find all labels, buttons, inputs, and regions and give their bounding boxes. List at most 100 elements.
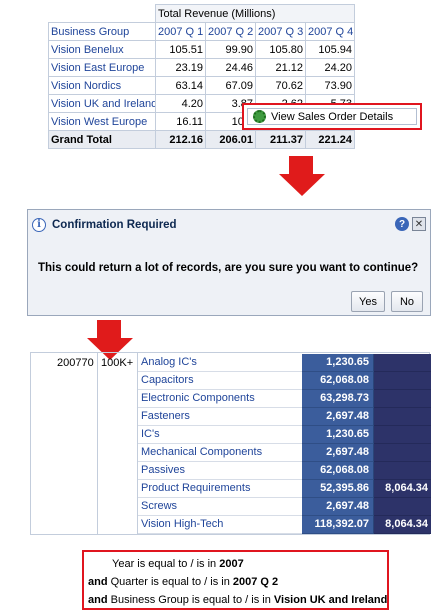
filter-value: 2007 Q 2 bbox=[232, 576, 279, 588]
value-cell[interactable]: 4.20 bbox=[155, 94, 206, 113]
filter-value: 2007 bbox=[219, 558, 244, 570]
value-cell[interactable]: 73.90 bbox=[304, 76, 356, 95]
product-link[interactable]: Analog IC's bbox=[138, 354, 302, 372]
value-cell-secondary: 8,064.34 bbox=[374, 516, 431, 534]
value-cell: 2,697.48 bbox=[302, 408, 374, 426]
dialog-titlebar: i Confirmation Required bbox=[28, 210, 430, 239]
product-link[interactable]: Fasteners bbox=[138, 408, 302, 426]
dialog-message: This could return a lot of records, are … bbox=[38, 262, 419, 274]
filter-text: Quarter is equal to / is in bbox=[107, 576, 233, 588]
value-cell-secondary bbox=[374, 426, 431, 444]
product-link[interactable]: Screws bbox=[138, 498, 302, 516]
product-link[interactable]: Electronic Components bbox=[138, 390, 302, 408]
value-cell[interactable]: 16.11 bbox=[155, 112, 206, 131]
table-row: Electronic Components 63,298.73 bbox=[138, 390, 431, 408]
menu-item-label: View Sales Order Details bbox=[271, 110, 394, 123]
value-cell: 2,697.48 bbox=[302, 498, 374, 516]
filter-text: Year is equal to / is in bbox=[112, 558, 220, 570]
filter-and: and bbox=[88, 594, 108, 606]
value-cell[interactable]: 99.90 bbox=[205, 40, 256, 59]
value-cell[interactable]: 105.80 bbox=[255, 40, 306, 59]
value-cell: 2,697.48 bbox=[302, 444, 374, 462]
table-row: IC's 1,230.65 bbox=[138, 426, 431, 444]
total-cell[interactable]: 221.24 bbox=[304, 130, 356, 149]
table-row: Product Requirements 52,395.86 8,064.34 bbox=[138, 480, 431, 498]
info-icon: i bbox=[32, 217, 46, 232]
filter-quarter: and Quarter is equal to / is in 2007 Q 2 bbox=[88, 576, 278, 588]
value-cell[interactable]: 24.20 bbox=[304, 58, 356, 77]
table-row: Screws 2,697.48 bbox=[138, 498, 431, 516]
value-cell[interactable]: 105.51 bbox=[155, 40, 206, 59]
filter-year: Year is equal to / is in 2007 bbox=[112, 558, 244, 570]
value-cell-secondary bbox=[374, 372, 431, 390]
column-header[interactable]: 2007 Q 3 bbox=[255, 22, 306, 41]
product-link[interactable]: Vision High-Tech bbox=[138, 516, 302, 534]
confirmation-dialog: i Confirmation Required ? ✕ This could r… bbox=[27, 209, 431, 316]
pivot-measure-row: Total Revenue (Millions) bbox=[49, 4, 356, 23]
close-icon[interactable]: ✕ bbox=[412, 217, 426, 231]
row-label[interactable]: Vision Benelux bbox=[48, 40, 156, 59]
value-cell[interactable]: 70.62 bbox=[255, 76, 306, 95]
value-cell-secondary bbox=[374, 390, 431, 408]
pivot-corner bbox=[49, 5, 156, 23]
column-header[interactable]: 2007 Q 4 bbox=[304, 22, 356, 41]
value-cell-secondary bbox=[374, 354, 431, 372]
value-cell[interactable]: 105.94 bbox=[304, 40, 356, 59]
product-link[interactable]: Mechanical Components bbox=[138, 444, 302, 462]
measure-header: Total Revenue (Millions) bbox=[154, 4, 356, 23]
column-header[interactable]: 2007 Q 2 bbox=[205, 22, 256, 41]
row-label[interactable]: Vision UK and Ireland bbox=[48, 94, 156, 113]
help-icon[interactable]: ? bbox=[395, 217, 409, 231]
value-cell[interactable]: 23.19 bbox=[155, 58, 206, 77]
product-link[interactable]: Product Requirements bbox=[138, 480, 302, 498]
value-cell[interactable]: 63.14 bbox=[155, 76, 206, 95]
value-cell-secondary: 8,064.34 bbox=[374, 480, 431, 498]
menu-item-view-sales-order-details[interactable]: View Sales Order Details bbox=[247, 108, 417, 125]
down-arrow-icon bbox=[279, 156, 325, 196]
value-cell[interactable]: 21.12 bbox=[255, 58, 306, 77]
product-link[interactable]: Capacitors bbox=[138, 372, 302, 390]
value-cell: 52,395.86 bbox=[302, 480, 374, 498]
filter-business-group: and Business Group is equal to / is in V… bbox=[88, 594, 387, 606]
table-row: Vision Nordics 63.14 67.09 70.62 73.90 bbox=[48, 76, 356, 95]
dialog-title: Confirmation Required bbox=[52, 218, 177, 231]
grand-total-label: Grand Total bbox=[48, 130, 156, 149]
row-header-business-group[interactable]: Business Group bbox=[48, 22, 156, 41]
product-link[interactable]: Passives bbox=[138, 462, 302, 480]
revenue-band-cell: 100K+ bbox=[101, 357, 134, 369]
yes-button[interactable]: Yes bbox=[351, 291, 385, 312]
value-cell[interactable]: 67.09 bbox=[205, 76, 256, 95]
filter-summary: Year is equal to / is in 2007 and Quarte… bbox=[82, 550, 389, 610]
value-cell: 63,298.73 bbox=[302, 390, 374, 408]
grand-total-row: Grand Total 212.16 206.01 211.37 221.24 bbox=[48, 130, 356, 149]
no-button[interactable]: No bbox=[391, 291, 423, 312]
table-row: Mechanical Components 2,697.48 bbox=[138, 444, 431, 462]
row-label[interactable]: Vision West Europe bbox=[48, 112, 156, 131]
column-header[interactable]: 2007 Q 1 bbox=[155, 22, 206, 41]
row-label[interactable]: Vision East Europe bbox=[48, 58, 156, 77]
pivot-column-header-row: Business Group 2007 Q 1 2007 Q 2 2007 Q … bbox=[48, 22, 356, 41]
value-cell: 1,230.65 bbox=[302, 354, 374, 372]
context-menu: View Sales Order Details bbox=[242, 103, 422, 130]
row-label[interactable]: Vision Nordics bbox=[48, 76, 156, 95]
value-cell[interactable]: 24.46 bbox=[205, 58, 256, 77]
table-row: Vision East Europe 23.19 24.46 21.12 24.… bbox=[48, 58, 356, 77]
gear-icon bbox=[253, 110, 266, 123]
total-cell[interactable]: 206.01 bbox=[205, 130, 256, 149]
table-row: Capacitors 62,068.08 bbox=[138, 372, 431, 390]
total-cell[interactable]: 212.16 bbox=[155, 130, 206, 149]
product-link[interactable]: IC's bbox=[138, 426, 302, 444]
total-cell[interactable]: 211.37 bbox=[255, 130, 306, 149]
value-cell: 1,230.65 bbox=[302, 426, 374, 444]
table-row: Passives 62,068.08 bbox=[138, 462, 431, 480]
table-row: Vision Benelux 105.51 99.90 105.80 105.9… bbox=[48, 40, 356, 59]
filter-and: and bbox=[88, 576, 108, 588]
order-id-cell: 200770 bbox=[57, 357, 94, 369]
value-cell: 118,392.07 bbox=[302, 516, 374, 534]
filter-value: Vision UK and Ireland bbox=[273, 594, 388, 606]
value-cell: 62,068.08 bbox=[302, 462, 374, 480]
value-cell-secondary bbox=[374, 444, 431, 462]
table-row: Vision High-Tech 118,392.07 8,064.34 bbox=[138, 516, 431, 534]
sales-order-detail-table: 200770 100K+ Analog IC's 1,230.65 Capaci… bbox=[30, 352, 431, 535]
value-cell-secondary bbox=[374, 408, 431, 426]
